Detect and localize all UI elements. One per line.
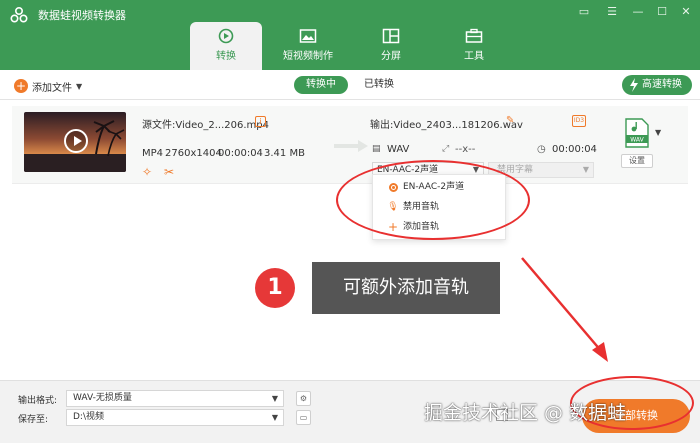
source-file-name: 源文件:Video_2...206.mp4 <box>142 120 270 131</box>
video-thumbnail[interactable] <box>24 112 126 172</box>
toolbox-icon <box>465 28 483 43</box>
id3-icon[interactable]: ID3 <box>572 115 586 127</box>
toolbar: + 添加文件 ▼ 转换中 已转换 高速转换 <box>0 70 700 100</box>
tab-converted[interactable]: 已转换 <box>354 76 404 94</box>
arrow-right-icon <box>334 140 368 152</box>
close-icon[interactable]: ✕ <box>678 5 694 19</box>
tab-converting[interactable]: 转换中 <box>294 76 348 94</box>
enhance-icon[interactable]: ✧ <box>142 166 154 178</box>
maximize-icon[interactable]: ☐ <box>654 5 670 19</box>
tab-split-screen[interactable]: 分屏 <box>355 22 427 70</box>
app-title: 数据蛙视频转换器 <box>38 9 126 22</box>
output-duration: 00:00:04 <box>552 144 597 155</box>
scissors-icon[interactable]: ✂ <box>164 166 176 178</box>
output-format-select[interactable]: WAV-无损质量 ▼ <box>66 390 284 407</box>
minimize-icon[interactable]: — <box>630 5 646 19</box>
chat-icon[interactable]: ▭ <box>576 5 592 19</box>
tab-convert[interactable]: 转换 <box>190 22 262 70</box>
status-switch: 转换中 已转换 <box>294 76 404 94</box>
menu-icon[interactable]: ☰ <box>604 5 620 19</box>
lightning-icon <box>630 78 638 92</box>
chevron-down-icon: ▼ <box>582 165 589 174</box>
split-screen-icon <box>382 28 400 44</box>
resize-icon: ⤢ <box>442 144 450 154</box>
clock-icon: ◷ <box>537 144 546 155</box>
callout-text: 可额外添加音轨 <box>312 262 500 314</box>
edit-icon[interactable]: ✎ <box>506 115 514 126</box>
play-icon[interactable] <box>64 129 88 153</box>
source-size: 3.41 MB <box>264 148 305 159</box>
folder-icon[interactable]: ▭ <box>296 410 311 425</box>
file-item: 源文件:Video_2...206.mp4 i MP4 2760x1404 00… <box>12 106 688 184</box>
image-icon <box>299 29 317 43</box>
output-file-name: 输出:Video_2403...181206.wav <box>370 120 523 131</box>
source-duration: 00:00:04 <box>218 148 263 159</box>
fast-convert-button[interactable]: 高速转换 <box>622 75 692 95</box>
save-to-label: 保存至: <box>18 415 49 425</box>
chevron-down-icon: ▼ <box>271 394 278 403</box>
output-format-label: 输出格式: <box>18 396 58 406</box>
title-bar: 数据蛙视频转换器 ▭ ☰ — ☐ ✕ 转换 短视频制作 分屏 工具 <box>0 0 700 70</box>
tab-tools[interactable]: 工具 <box>438 22 510 70</box>
tab-short-video[interactable]: 短视频制作 <box>272 22 344 70</box>
format-settings-icon[interactable]: ⚙ <box>296 391 311 406</box>
highlight-ellipse <box>336 160 530 240</box>
output-resolution: --x-- <box>455 144 476 155</box>
chevron-down-icon: ▼ <box>271 413 278 422</box>
info-icon[interactable]: i <box>255 116 266 127</box>
plus-icon: + <box>14 79 28 93</box>
file-list: 源文件:Video_2...206.mp4 i MP4 2760x1404 00… <box>0 100 700 380</box>
save-path-select[interactable]: D:\视频 ▼ <box>66 409 284 426</box>
film-icon: ▤ <box>372 144 381 154</box>
output-format: WAV <box>387 144 410 155</box>
app-logo-icon <box>10 6 28 23</box>
source-resolution: 2760x1404 <box>165 148 222 159</box>
settings-button[interactable]: 设置 <box>621 154 653 168</box>
wav-file-icon[interactable]: WAV <box>624 118 650 148</box>
svg-text:WAV: WAV <box>630 137 644 144</box>
chevron-down-icon[interactable]: ▼ <box>76 82 82 91</box>
step-badge: 1 <box>255 268 295 308</box>
add-file-button[interactable]: + 添加文件 ▼ <box>14 78 82 94</box>
watermark: 掘金技术社区 @ 数据蛙 <box>424 402 627 424</box>
chevron-down-icon[interactable]: ▼ <box>655 128 661 137</box>
source-format: MP4 <box>142 148 164 159</box>
convert-icon <box>218 28 234 44</box>
